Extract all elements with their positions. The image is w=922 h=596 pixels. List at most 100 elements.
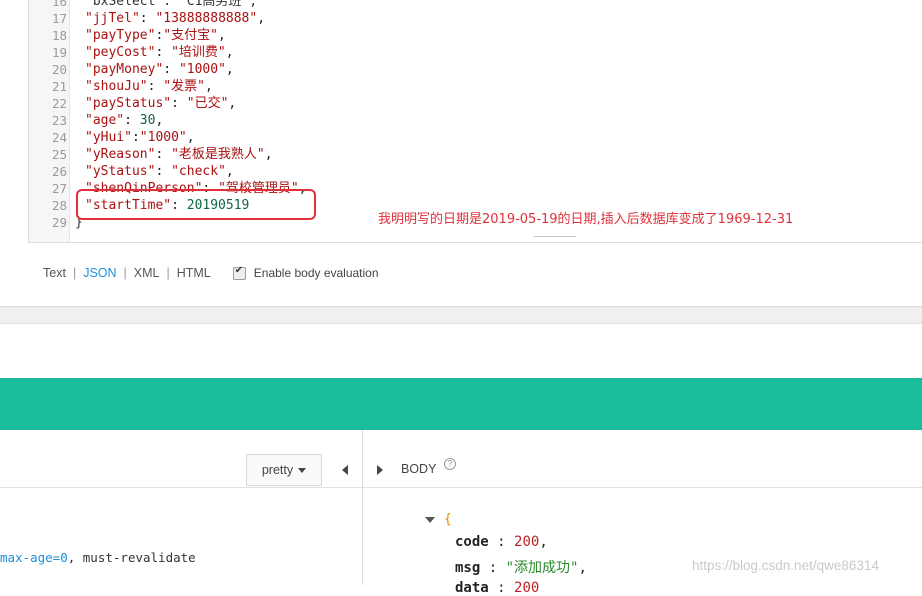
code-key: "jjTel" <box>85 11 140 26</box>
json-value: 200 <box>514 534 540 550</box>
header-value-prefix: max-age=0 <box>0 550 68 565</box>
json-punctuation: , <box>578 560 587 576</box>
code-line: "payType":"支付宝", <box>85 27 226 44</box>
line-number: 26 <box>51 164 67 179</box>
code-separator: : <box>139 11 156 26</box>
line-number: 19 <box>51 45 67 60</box>
help-icon[interactable]: ? <box>444 458 456 470</box>
collapse-triangle-icon[interactable] <box>425 517 435 523</box>
code-line: "yReason": "老板是我熟人", <box>85 146 273 163</box>
json-open-brace: { <box>444 512 452 527</box>
body-evaluation-checkbox[interactable] <box>232 265 246 280</box>
code-punctuation: , <box>186 130 195 145</box>
code-value: "培训费" <box>171 45 226 60</box>
json-row: code : 200, <box>455 534 548 550</box>
json-separator: : <box>488 580 515 596</box>
code-value: "1000" <box>178 62 226 77</box>
code-separator: : <box>131 130 140 145</box>
code-key: "payStatus" <box>85 96 172 111</box>
line-number: 16 <box>51 0 67 9</box>
code-line: "payMoney": "1000", <box>85 61 234 78</box>
line-number: 17 <box>51 11 67 26</box>
line-number: 28 <box>51 198 67 213</box>
json-value: 200 <box>514 580 540 596</box>
format-html[interactable]: HTML <box>177 266 211 280</box>
pretty-label: pretty <box>261 463 294 477</box>
line-number: 29 <box>51 215 67 230</box>
line-number: 18 <box>51 28 67 43</box>
json-key: data <box>455 580 489 596</box>
divider: | <box>166 266 170 280</box>
code-key: "yHui" <box>85 130 132 145</box>
code-line: "peyCost": "培训费", <box>85 44 234 61</box>
code-punctuation: , <box>204 79 213 94</box>
pretty-dropdown[interactable]: pretty <box>246 454 322 486</box>
enable-body-evaluation[interactable]: Enable body evaluation <box>232 265 379 280</box>
code-key: "yReason" <box>85 147 156 162</box>
code-punctuation: , <box>225 45 234 60</box>
code-line: "yHui":"1000", <box>85 129 195 146</box>
json-separator: : <box>480 560 506 576</box>
divider <box>0 487 362 488</box>
code-value: "check" <box>171 164 226 179</box>
response-header-value: max-age=0, must-revalidate <box>0 550 196 565</box>
format-json[interactable]: JSON <box>83 266 116 280</box>
divider: | <box>123 266 127 280</box>
body-evaluation-label: Enable body evaluation <box>253 266 379 280</box>
code-punctuation: , <box>225 62 234 77</box>
request-body-panel: 16 "bxSelect": "C1高男班", 17 "jjTel": "138888… <box>0 0 922 307</box>
code-separator: : <box>155 164 172 179</box>
code-key: "yStatus" <box>85 164 156 179</box>
line-number: 23 <box>51 113 67 128</box>
code-separator: : <box>124 113 140 128</box>
annotation-note: 我明明写的日期是2019-05-19的日期,插入后数据库变成了1969-12-3… <box>378 212 794 227</box>
line-number: 21 <box>51 79 67 94</box>
code-punctuation: , <box>155 113 164 128</box>
json-punctuation: , <box>539 534 548 550</box>
code-value: "1000" <box>139 130 187 145</box>
json-separator: : <box>488 534 515 550</box>
format-xml[interactable]: XML <box>134 266 160 280</box>
divider: | <box>72 266 77 280</box>
line-number: 25 <box>51 147 67 162</box>
code-separator: : <box>147 79 164 94</box>
code-value: "支付宝" <box>163 28 218 43</box>
divider <box>363 487 922 488</box>
body-format-bar: Text | JSON | XML | HTML Enable body eva… <box>43 265 379 281</box>
code-punctuation: , <box>257 11 266 26</box>
line-number: 27 <box>51 181 67 196</box>
code-key: "shouJu" <box>85 79 148 94</box>
code-line: "shouJu": "发票", <box>85 78 213 95</box>
editor-resize-handle[interactable] <box>534 236 576 242</box>
code-value: 30 <box>139 113 156 128</box>
code-value: "老板是我熟人" <box>171 147 265 162</box>
json-key: msg <box>455 560 481 576</box>
code-line: "yStatus": "check", <box>85 163 234 180</box>
code-separator: : <box>171 96 187 111</box>
code-line: "bxSelect": "C1高男班", <box>85 0 258 9</box>
code-value: "发票" <box>163 79 205 94</box>
expand-right-icon[interactable] <box>377 465 383 475</box>
line-number: 20 <box>51 62 67 77</box>
code-punctuation: , <box>217 28 226 43</box>
collapse-left-icon[interactable] <box>342 465 348 475</box>
format-text[interactable]: Text <box>43 266 66 280</box>
code-value: "13888888888" <box>155 11 258 26</box>
json-value: "添加成功" <box>505 560 579 576</box>
watermark: https://blog.csdn.net/qwe86314 <box>692 558 879 573</box>
line-number: 24 <box>51 130 67 145</box>
header-value-rest: , must-revalidate <box>67 550 196 565</box>
code-line: "age": 30, <box>85 112 163 129</box>
code-punctuation: , <box>228 96 237 111</box>
chevron-down-icon <box>298 467 307 473</box>
line-number: 22 <box>51 96 67 111</box>
code-separator: : <box>155 147 172 162</box>
code-key: "peyCost" <box>85 45 156 60</box>
json-row: data : 200 <box>455 580 539 596</box>
panel-gap <box>0 307 922 324</box>
json-row: msg : "添加成功", <box>455 557 587 577</box>
code-punctuation: , <box>264 147 273 162</box>
code-separator: : <box>155 45 172 60</box>
code-separator: : <box>163 62 179 77</box>
code-key: "age" <box>85 113 125 128</box>
